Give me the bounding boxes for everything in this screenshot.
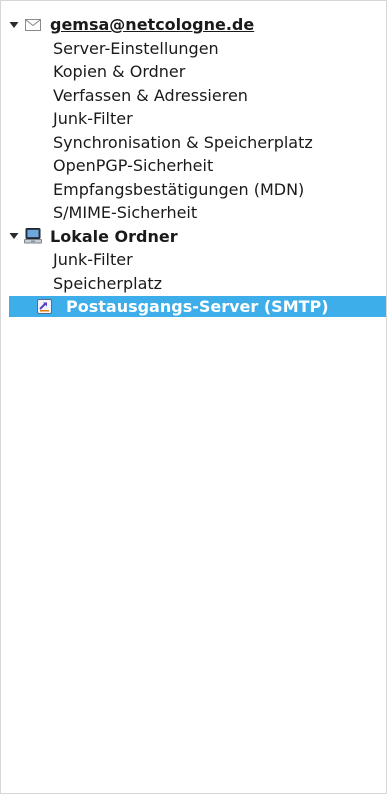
tree-item-outgoing-server[interactable]: Postausgangs-Server (SMTP)	[9, 296, 386, 317]
tree-item-copies-folders[interactable]: Kopien & Ordner	[1, 60, 386, 84]
tree-item-label: Junk-Filter	[53, 109, 133, 128]
tree-item-junk-filter[interactable]: Junk-Filter	[1, 107, 386, 131]
account-name: gemsa@netcologne.de	[50, 15, 255, 34]
expand-twisty-icon[interactable]	[8, 225, 20, 249]
expand-twisty-icon[interactable]	[8, 13, 20, 37]
tree-item-label: Junk-Filter	[53, 250, 133, 269]
tree-item-label: Kopien & Ordner	[53, 62, 186, 81]
tree-item-label: Verfassen & Adressieren	[53, 85, 248, 105]
tree-item-label: Server-Einstellungen	[53, 38, 219, 58]
tree-item-label: Empfangsbestätigungen (MDN)	[53, 179, 305, 199]
tree-item-label: Postausgangs-Server (SMTP)	[66, 297, 329, 316]
computer-icon	[24, 225, 42, 249]
tree-item-label: Synchronisation & Speicherplatz	[53, 132, 313, 152]
account-row-local-folders[interactable]: Lokale Ordner	[1, 225, 386, 249]
account-row-gemsa[interactable]: gemsa@netcologne.de	[1, 13, 386, 37]
tree-item-sync-storage[interactable]: Synchronisation & Speicherplatz	[1, 131, 386, 155]
mail-envelope-icon	[24, 13, 42, 37]
tree-item-storage[interactable]: Speicherplatz	[1, 272, 386, 296]
tree-item-server-settings[interactable]: Server-Einstellungen	[1, 37, 386, 61]
tree-item-composition-addressing[interactable]: Verfassen & Adressieren	[1, 84, 386, 108]
account-name: Lokale Ordner	[50, 226, 178, 246]
account-settings-tree-panel: gemsa@netcologne.de Server-Einstellungen…	[0, 0, 387, 794]
tree-item-label: S/MIME-Sicherheit	[53, 203, 198, 222]
tree-item-label: Speicherplatz	[53, 273, 163, 293]
tree-item-label: OpenPGP-Sicherheit	[53, 156, 214, 175]
tree-item-junk-filter[interactable]: Junk-Filter	[1, 248, 386, 272]
account-tree: gemsa@netcologne.de Server-Einstellungen…	[1, 13, 386, 317]
tree-item-openpgp-security[interactable]: OpenPGP-Sicherheit	[1, 154, 386, 178]
tree-item-smime-security[interactable]: S/MIME-Sicherheit	[1, 201, 386, 225]
smtp-server-icon	[36, 296, 52, 317]
tree-item-return-receipts[interactable]: Empfangsbestätigungen (MDN)	[1, 178, 386, 202]
